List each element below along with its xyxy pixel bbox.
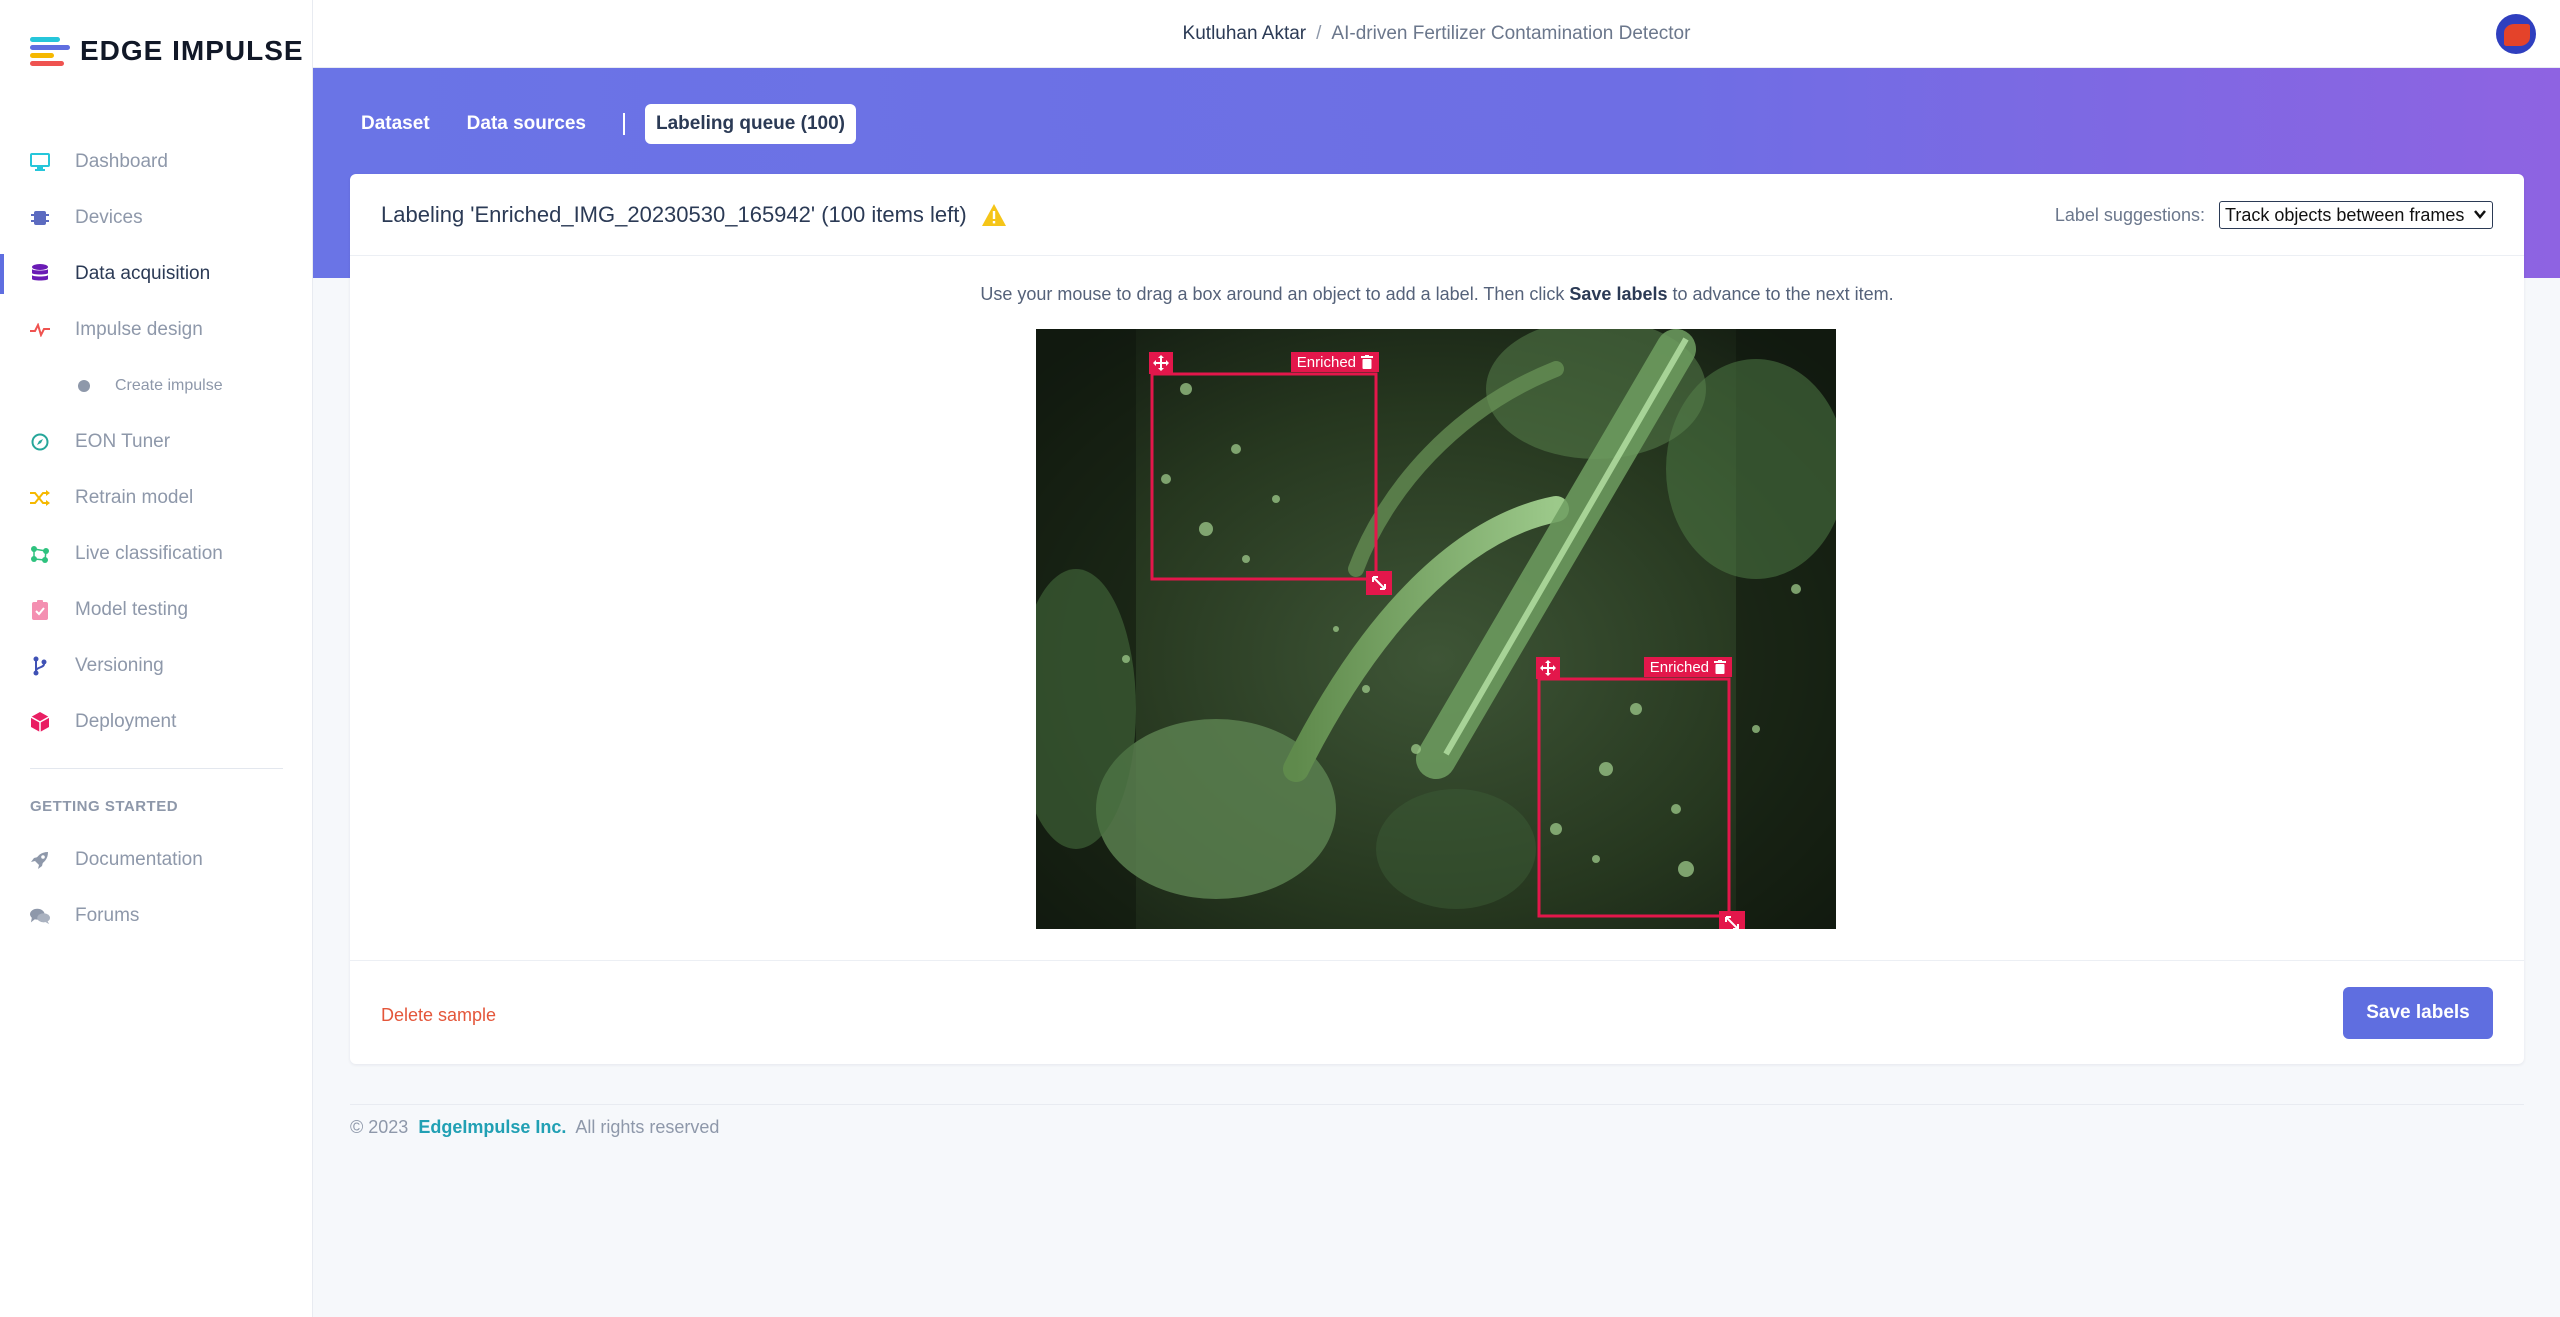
chevron-down-icon bbox=[2474, 206, 2486, 222]
bounding-box-label[interactable]: Enriched bbox=[1643, 657, 1732, 677]
move-icon[interactable] bbox=[1149, 352, 1173, 374]
shuffle-icon bbox=[30, 488, 50, 508]
pulse-icon bbox=[30, 320, 50, 340]
move-icon[interactable] bbox=[1536, 657, 1560, 679]
tab-separator bbox=[623, 113, 625, 135]
breadcrumb-project[interactable]: AI-driven Fertilizer Contamination Detec… bbox=[1331, 23, 1690, 45]
chat-icon bbox=[30, 906, 50, 926]
sidebar-item-label: Impulse design bbox=[75, 319, 203, 340]
bounding-box[interactable]: Enriched bbox=[1149, 352, 1392, 595]
resize-handle-icon[interactable] bbox=[1366, 571, 1392, 595]
label-suggestions-value: Track objects between frames bbox=[2225, 204, 2465, 225]
sidebar-item-devices[interactable]: Devices bbox=[0, 190, 313, 246]
trash-icon[interactable] bbox=[1714, 660, 1726, 674]
sidebar-divider bbox=[30, 768, 283, 769]
logo-text: EDGE IMPULSE bbox=[80, 35, 304, 66]
section-title-getting-started: GETTING STARTED bbox=[30, 798, 179, 815]
topbar: Kutluhan Aktar / AI-driven Fertilizer Co… bbox=[313, 0, 2560, 68]
breadcrumb-separator: / bbox=[1316, 23, 1322, 44]
database-icon bbox=[30, 264, 50, 284]
sidebar-item-deployment[interactable]: Deployment bbox=[0, 694, 313, 750]
resize-handle-icon[interactable] bbox=[1719, 911, 1745, 929]
sidebar-item-retrain-model[interactable]: Retrain model bbox=[0, 470, 313, 526]
sidebar-item-label: Live classification bbox=[75, 543, 223, 564]
sidebar-item-create-impulse[interactable]: Create impulse bbox=[0, 358, 313, 414]
delete-sample-link[interactable]: Delete sample bbox=[381, 1005, 496, 1026]
hint-text-before: Use your mouse to drag a box around an o… bbox=[980, 284, 1570, 304]
sidebar-item-label: Dashboard bbox=[75, 151, 168, 172]
card-header: Labeling 'Enriched_IMG_20230530_165942' … bbox=[350, 174, 2524, 256]
getting-started-nav: Documentation Forums bbox=[0, 832, 313, 944]
label-suggestions-label: Label suggestions: bbox=[2054, 204, 2205, 225]
label-suggestions-select[interactable]: Track objects between frames bbox=[2219, 201, 2493, 229]
sidebar-item-data-acquisition[interactable]: Data acquisition bbox=[0, 246, 313, 302]
sidebar-item-impulse-design[interactable]: Impulse design bbox=[0, 302, 313, 358]
hint-text-after: to advance to the next item. bbox=[1667, 284, 1894, 304]
sidebar-item-label: Create impulse bbox=[115, 377, 223, 394]
bounding-box-label-text: Enriched bbox=[1649, 658, 1709, 676]
copyright: © 2023 bbox=[350, 1117, 409, 1137]
sidebar-item-label: Documentation bbox=[75, 849, 203, 870]
chip-icon bbox=[30, 208, 50, 228]
bounding-box-label[interactable]: Enriched bbox=[1290, 352, 1379, 372]
sidebar-item-label: EON Tuner bbox=[75, 431, 171, 452]
rocket-icon bbox=[30, 850, 50, 870]
monitor-icon bbox=[30, 152, 50, 172]
hint-text-bold: Save labels bbox=[1569, 284, 1668, 304]
branch-icon bbox=[30, 656, 50, 676]
bounding-box-label-text: Enriched bbox=[1296, 353, 1356, 371]
labeling-card: Labeling 'Enriched_IMG_20230530_165942' … bbox=[350, 174, 2524, 1064]
sidebar-item-eon-tuner[interactable]: EON Tuner bbox=[0, 414, 313, 470]
sidebar-item-versioning[interactable]: Versioning bbox=[0, 638, 313, 694]
dot-icon bbox=[78, 380, 90, 392]
sidebar-item-model-testing[interactable]: Model testing bbox=[0, 582, 313, 638]
sidebar-item-dashboard[interactable]: Dashboard bbox=[0, 134, 313, 190]
sidebar-item-label: Forums bbox=[75, 905, 140, 926]
sidebar: EDGE IMPULSE Dashboard Devices Data acqu… bbox=[0, 0, 313, 1317]
sidebar-item-forums[interactable]: Forums bbox=[0, 888, 313, 944]
labeling-title: Labeling 'Enriched_IMG_20230530_165942' … bbox=[381, 202, 967, 227]
page-footer: © 2023 EdgeImpulse Inc. All rights reser… bbox=[350, 1104, 2524, 1138]
breadcrumb: Kutluhan Aktar / AI-driven Fertilizer Co… bbox=[313, 0, 2560, 68]
tab-data-sources[interactable]: Data sources bbox=[467, 104, 586, 144]
save-labels-button[interactable]: Save labels bbox=[2343, 987, 2493, 1039]
sidebar-item-label: Retrain model bbox=[75, 487, 194, 508]
cube-icon bbox=[30, 712, 50, 732]
clipboard-check-icon bbox=[30, 600, 50, 620]
bounding-box[interactable]: Enriched bbox=[1536, 657, 1745, 929]
card-title: Labeling 'Enriched_IMG_20230530_165942' … bbox=[381, 202, 1007, 228]
labeling-canvas[interactable]: Enriched Enriched bbox=[1036, 329, 1836, 929]
breadcrumb-user[interactable]: Kutluhan Aktar bbox=[1183, 23, 1307, 45]
edge-impulse-logo[interactable]: EDGE IMPULSE bbox=[30, 34, 304, 68]
company-link[interactable]: EdgeImpulse Inc. bbox=[418, 1117, 566, 1137]
network-icon bbox=[30, 544, 50, 564]
sidebar-item-label: Data acquisition bbox=[75, 263, 211, 284]
tab-labeling-queue[interactable]: Labeling queue (100) bbox=[645, 104, 856, 144]
tabs: Dataset Data sources Labeling queue (100… bbox=[361, 104, 893, 144]
sidebar-nav: Dashboard Devices Data acquisition Impul… bbox=[0, 134, 313, 750]
avatar[interactable] bbox=[2496, 14, 2536, 54]
sidebar-item-label: Versioning bbox=[75, 655, 164, 676]
sidebar-item-live-classification[interactable]: Live classification bbox=[0, 526, 313, 582]
logo-mark-icon bbox=[30, 37, 70, 66]
sidebar-item-label: Model testing bbox=[75, 599, 189, 620]
sidebar-item-label: Deployment bbox=[75, 711, 177, 732]
warning-icon[interactable] bbox=[981, 203, 1007, 227]
compass-icon bbox=[30, 432, 50, 452]
sidebar-item-label: Devices bbox=[75, 207, 143, 228]
instructions: Use your mouse to drag a box around an o… bbox=[350, 284, 2524, 305]
rights-text: All rights reserved bbox=[575, 1117, 720, 1137]
trash-icon[interactable] bbox=[1361, 355, 1373, 369]
card-footer: Delete sample Save labels bbox=[350, 960, 2524, 1064]
label-suggestions: Label suggestions: Track objects between… bbox=[2055, 201, 2493, 229]
tab-dataset[interactable]: Dataset bbox=[361, 104, 430, 144]
sidebar-item-documentation[interactable]: Documentation bbox=[0, 832, 313, 888]
